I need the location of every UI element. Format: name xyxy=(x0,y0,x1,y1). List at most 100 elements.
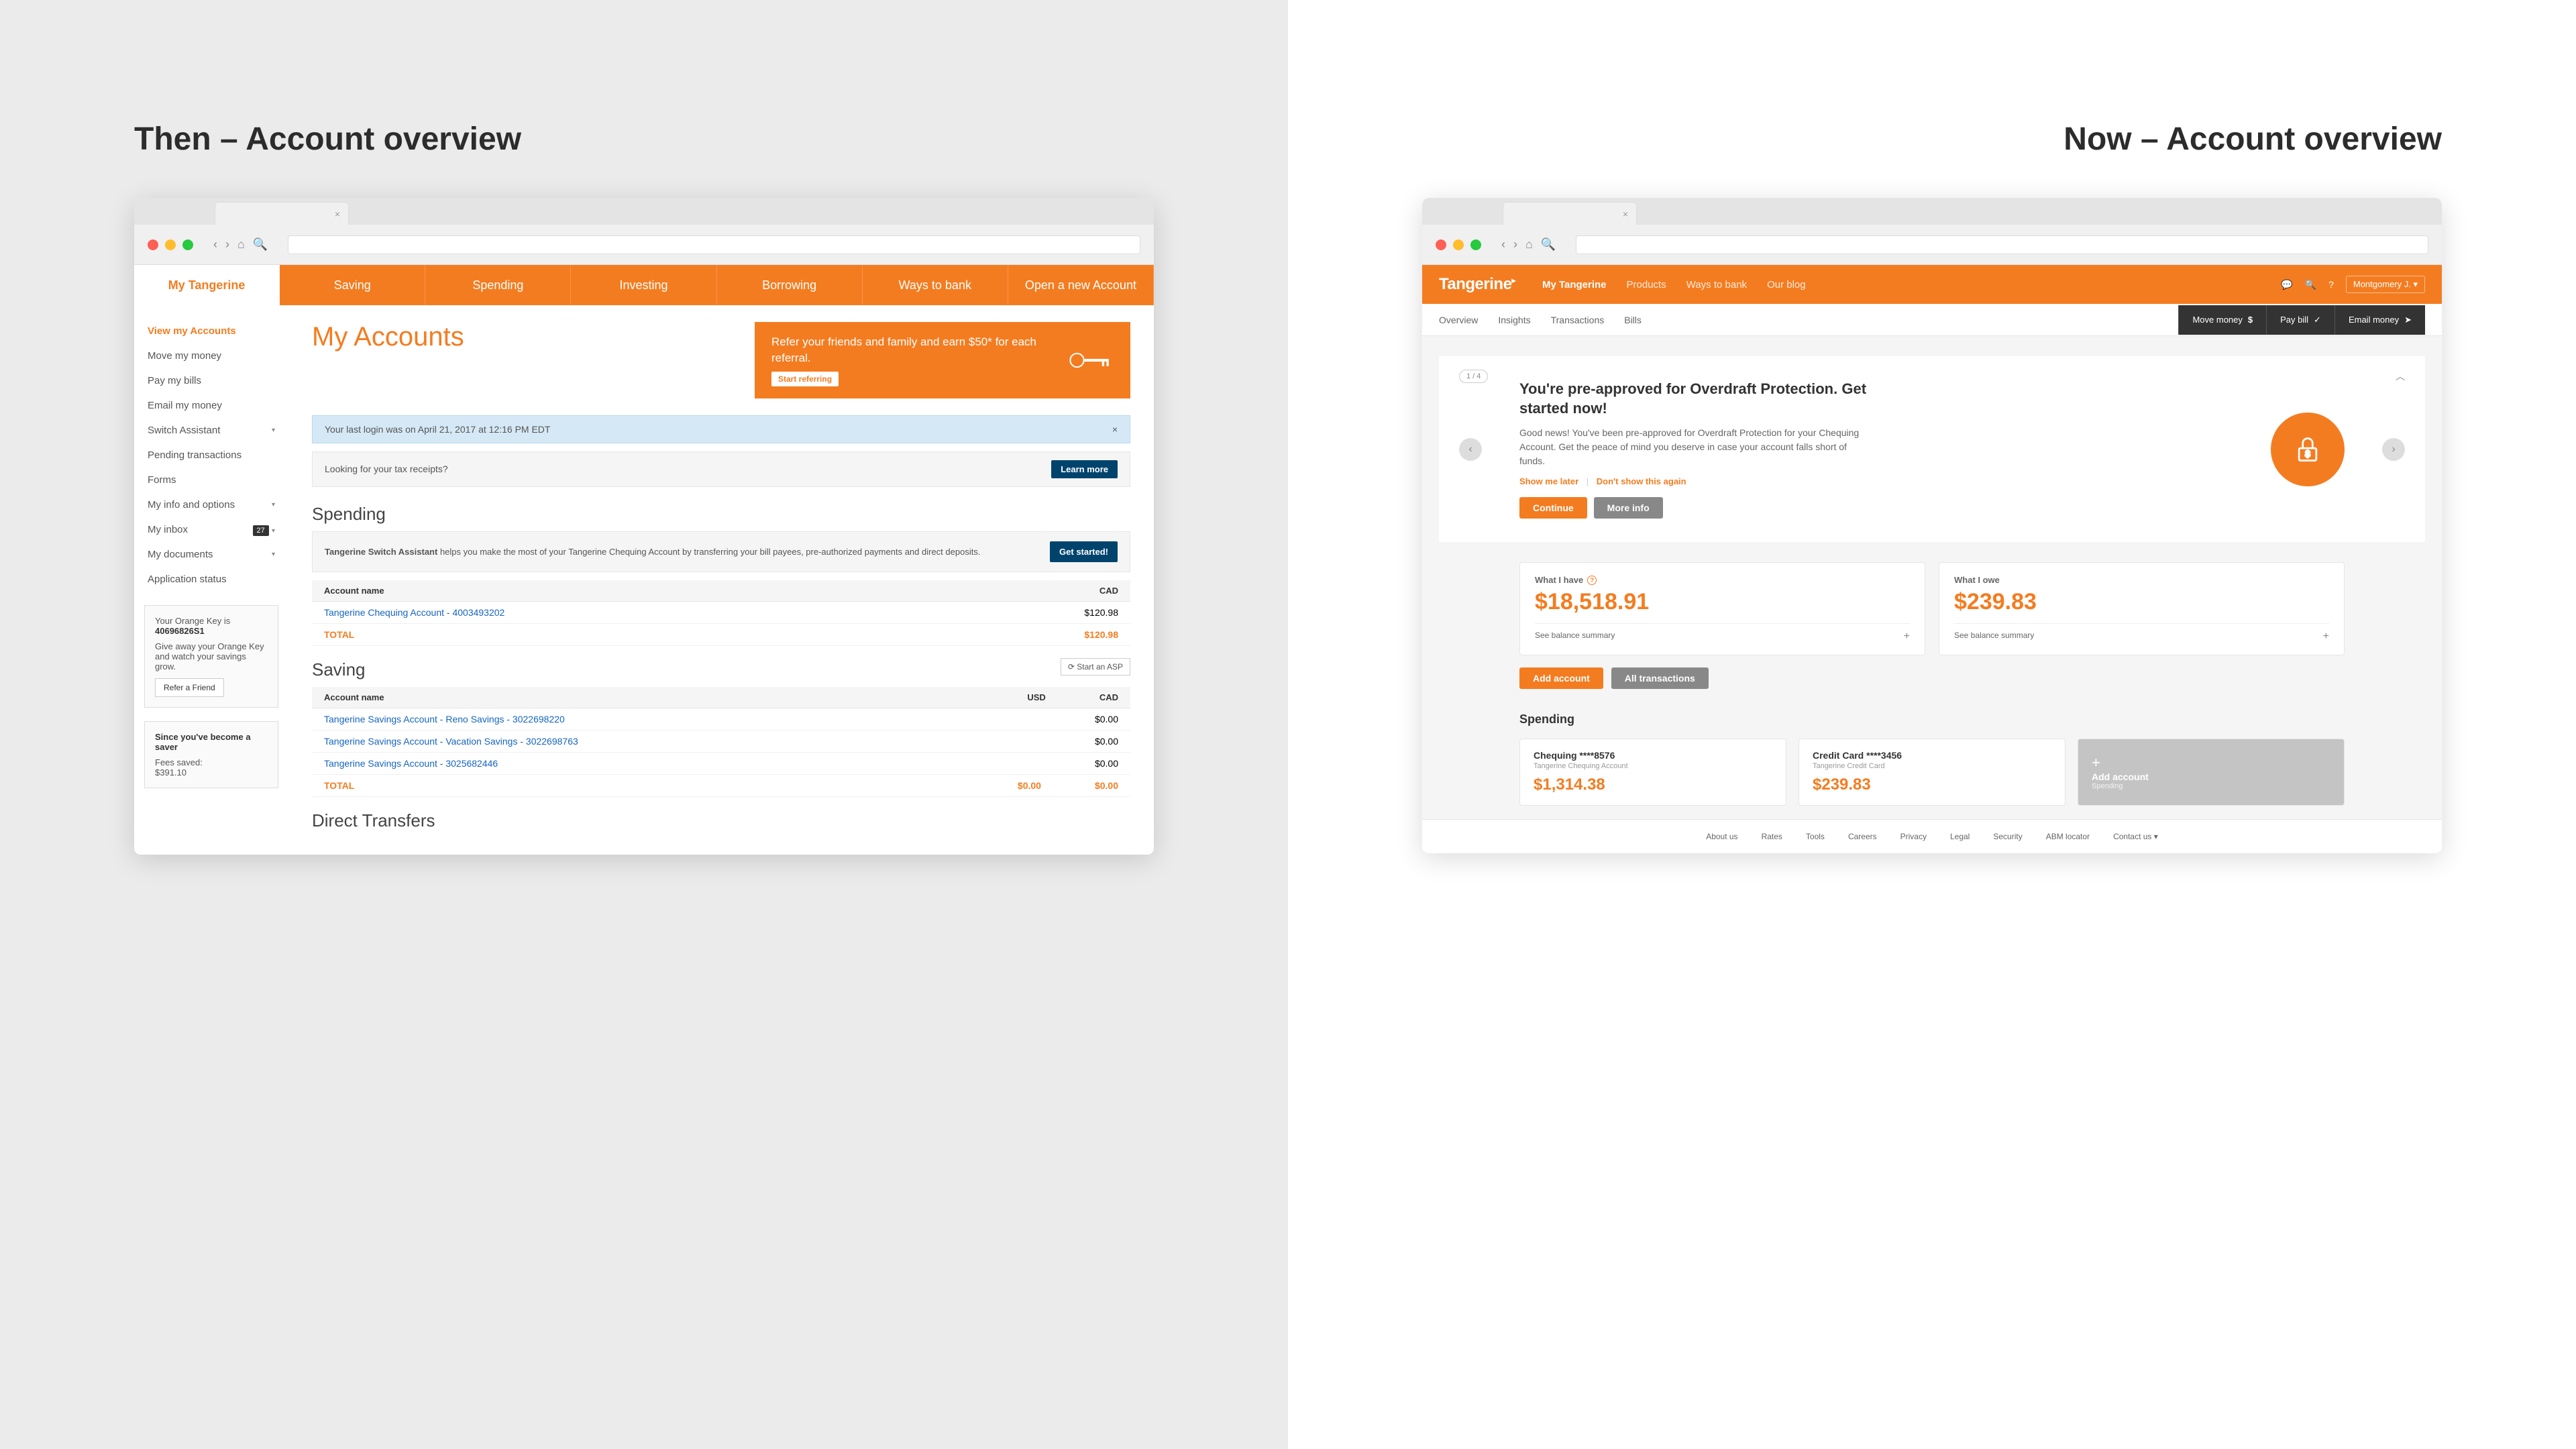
tax-receipts-row: Looking for your tax receipts? Learn mor… xyxy=(312,451,1130,487)
footer-link[interactable]: Careers xyxy=(1848,832,1877,841)
browser-tab[interactable]: × xyxy=(1503,202,1637,225)
pay-bill-button[interactable]: Pay bill ✓ xyxy=(2266,305,2334,335)
footer-link[interactable]: Privacy xyxy=(1900,832,1927,841)
side-view-accounts[interactable]: View my Accounts xyxy=(134,319,288,343)
side-app-status[interactable]: Application status xyxy=(134,567,288,592)
subnav-overview[interactable]: Overview xyxy=(1439,315,1478,325)
nav-investing[interactable]: Investing xyxy=(571,265,716,305)
have-amount: $18,518.91 xyxy=(1535,589,1910,615)
nav-spending[interactable]: Spending xyxy=(425,265,571,305)
traffic-min-icon[interactable] xyxy=(165,239,176,250)
start-asp-button[interactable]: ⟳ Start an ASP xyxy=(1061,658,1130,676)
footer-link[interactable]: Rates xyxy=(1762,832,1782,841)
nav-blog[interactable]: Our blog xyxy=(1767,279,1806,290)
footer-link[interactable]: Tools xyxy=(1806,832,1825,841)
plus-icon: + xyxy=(2323,631,2329,643)
footer-link[interactable]: Contact us ▾ xyxy=(2113,832,2158,841)
traffic-close-icon[interactable] xyxy=(1436,239,1446,250)
search-icon[interactable]: 🔍 xyxy=(2305,279,2316,290)
close-icon[interactable]: × xyxy=(1112,424,1118,435)
nav-ways[interactable]: Ways to bank xyxy=(1686,279,1747,290)
start-referring-button[interactable]: Start referring xyxy=(771,372,839,386)
more-info-button[interactable]: More info xyxy=(1594,497,1663,519)
side-inbox[interactable]: My inbox27 ▾ xyxy=(134,517,288,542)
direct-transfers-heading: Direct Transfers xyxy=(312,810,1130,831)
table-row[interactable]: Tangerine Savings Account - Vacation Sav… xyxy=(312,731,1130,753)
info-icon[interactable]: ? xyxy=(1587,576,1597,585)
learn-more-button[interactable]: Learn more xyxy=(1051,460,1118,478)
browser-now: × ‹ › ⌂ 🔍 Tangerine▸ My Tangerine Produc… xyxy=(1422,198,2442,853)
chequing-card[interactable]: Chequing ****8576 Tangerine Chequing Acc… xyxy=(1519,739,1786,806)
get-started-button[interactable]: Get started! xyxy=(1050,541,1118,563)
traffic-max-icon[interactable] xyxy=(182,239,193,250)
dont-show-link[interactable]: Don't show this again xyxy=(1597,476,1686,486)
address-bar[interactable] xyxy=(288,235,1140,254)
side-move-money[interactable]: Move my money xyxy=(134,343,288,368)
carousel-prev-button[interactable]: ‹ xyxy=(1459,438,1482,461)
search-icon[interactable]: 🔍 xyxy=(1541,237,1556,252)
then-panel: Then – Account overview × ‹ › ⌂ 🔍 My Tan… xyxy=(0,0,1288,1449)
logo[interactable]: Tangerine▸ xyxy=(1439,275,1515,294)
all-transactions-button[interactable]: All transactions xyxy=(1611,667,1709,689)
add-account-button[interactable]: Add account xyxy=(1519,667,1603,689)
side-pending[interactable]: Pending transactions xyxy=(134,443,288,468)
footer-link[interactable]: Legal xyxy=(1950,832,1970,841)
now-panel: Now – Account overview × ‹ › ⌂ 🔍 Tangeri… xyxy=(1288,0,2576,1449)
help-icon[interactable]: ? xyxy=(2328,279,2334,290)
credit-card-card[interactable]: Credit Card ****3456 Tangerine Credit Ca… xyxy=(1799,739,2065,806)
home-icon[interactable]: ⌂ xyxy=(1525,237,1533,252)
spending-heading: Spending xyxy=(1519,712,2345,727)
key-icon xyxy=(1068,347,1114,374)
spending-total: TOTAL $120.98 xyxy=(312,624,1130,646)
side-email-money[interactable]: Email my money xyxy=(134,393,288,418)
nav-my-tangerine[interactable]: My Tangerine xyxy=(1542,279,1607,290)
traffic-min-icon[interactable] xyxy=(1453,239,1464,250)
nav-ways[interactable]: Ways to bank xyxy=(863,265,1008,305)
search-icon[interactable]: 🔍 xyxy=(253,237,268,252)
tab-bar: × xyxy=(1422,198,2442,225)
side-forms[interactable]: Forms xyxy=(134,468,288,492)
table-row[interactable]: Tangerine Chequing Account - 4003493202 … xyxy=(312,602,1130,624)
show-later-link[interactable]: Show me later xyxy=(1519,476,1578,486)
user-menu[interactable]: Montgomery J. ▾ xyxy=(2346,276,2425,293)
side-documents[interactable]: My documents▾ xyxy=(134,542,288,567)
side-pay-bills[interactable]: Pay my bills xyxy=(134,368,288,393)
refer-friend-button[interactable]: Refer a Friend xyxy=(155,678,224,697)
nav-borrowing[interactable]: Borrowing xyxy=(717,265,863,305)
chat-icon[interactable]: 💬 xyxy=(2281,279,2292,290)
browser-then: × ‹ › ⌂ 🔍 My Tangerine Saving Spending I… xyxy=(134,198,1154,855)
switch-assistant-box: Tangerine Switch Assistant helps you mak… xyxy=(312,531,1130,573)
footer-link[interactable]: About us xyxy=(1706,832,1737,841)
nav-open[interactable]: Open a new Account xyxy=(1008,265,1154,305)
address-bar[interactable] xyxy=(1576,235,2428,254)
table-row[interactable]: Tangerine Savings Account - Reno Savings… xyxy=(312,708,1130,731)
continue-button[interactable]: Continue xyxy=(1519,497,1587,519)
back-icon[interactable]: ‹ xyxy=(213,237,217,252)
footer-link[interactable]: Security xyxy=(1993,832,2022,841)
subnav-transactions[interactable]: Transactions xyxy=(1551,315,1605,325)
nav-saving[interactable]: Saving xyxy=(280,265,425,305)
table-row[interactable]: Tangerine Savings Account - 3025682446$0… xyxy=(312,753,1130,775)
nav-products[interactable]: Products xyxy=(1627,279,1666,290)
forward-icon[interactable]: › xyxy=(1513,237,1517,252)
home-icon[interactable]: ⌂ xyxy=(237,237,245,252)
forward-icon[interactable]: › xyxy=(225,237,229,252)
side-switch-assistant[interactable]: Switch Assistant▾ xyxy=(134,418,288,443)
subnav-insights[interactable]: Insights xyxy=(1498,315,1530,325)
balance-summary-link[interactable]: See balance summary+ xyxy=(1535,623,1910,643)
balance-summary-link[interactable]: See balance summary+ xyxy=(1954,623,2329,643)
subnav-bills[interactable]: Bills xyxy=(1624,315,1642,325)
traffic-max-icon[interactable] xyxy=(1470,239,1481,250)
move-money-button[interactable]: Move money $ xyxy=(2178,305,2266,335)
side-my-info[interactable]: My info and options▾ xyxy=(134,492,288,517)
chevron-up-icon[interactable]: ︿ xyxy=(2396,370,2405,383)
traffic-close-icon[interactable] xyxy=(148,239,158,250)
footer-link[interactable]: ABM locator xyxy=(2046,832,2090,841)
carousel-next-button[interactable]: › xyxy=(2382,438,2405,461)
browser-tab[interactable]: × xyxy=(215,202,349,225)
add-spending-account-card[interactable]: + Add account Spending xyxy=(2078,739,2345,806)
nav-my-tangerine[interactable]: My Tangerine xyxy=(134,265,280,305)
back-icon[interactable]: ‹ xyxy=(1501,237,1505,252)
lock-icon: $ xyxy=(2271,413,2345,486)
email-money-button[interactable]: Email money ➤ xyxy=(2334,305,2425,335)
